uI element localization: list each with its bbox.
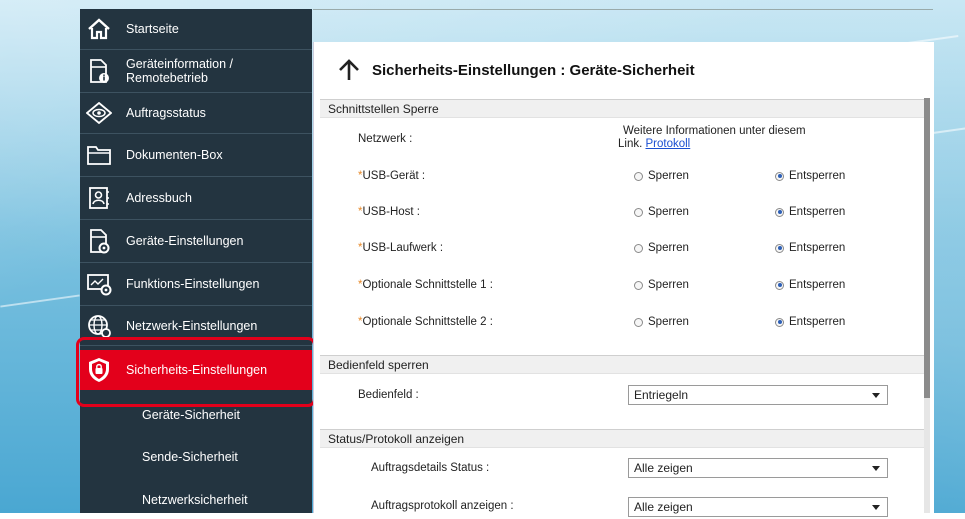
job-log-select[interactable]: Alle zeigen bbox=[628, 497, 888, 517]
section-header-panel-lock: Bedienfeld sperren bbox=[320, 355, 926, 374]
panel-label: Bedienfeld : bbox=[358, 389, 419, 401]
network-label: Netzwerk : bbox=[358, 133, 413, 145]
sidebar-item-label: Funktions-Einstellungen bbox=[126, 277, 260, 291]
job-log-label: Auftragsprotokoll anzeigen : bbox=[371, 500, 514, 512]
usb-device-label: *USB-Gerät : bbox=[358, 170, 425, 182]
optional-interface-2-label: *Optionale Schnittstelle 2 : bbox=[358, 316, 493, 328]
radio-label: Entsperren bbox=[789, 206, 846, 218]
usb-device-lock-radio[interactable]: Sperren bbox=[634, 170, 689, 182]
optional-interface-1-label-text: Optionale Schnittstelle 1 : bbox=[362, 279, 493, 291]
section-header-interface-lock: Schnittstellen Sperre bbox=[320, 99, 926, 118]
device-info-icon bbox=[86, 58, 112, 84]
active-item-highlight bbox=[76, 337, 316, 407]
radio-indicator-selected bbox=[775, 207, 784, 217]
radio-label: Entsperren bbox=[789, 242, 846, 254]
usb-host-label: *USB-Host : bbox=[358, 206, 420, 218]
network-info-text: Weitere Informationen unter diesem bbox=[623, 125, 806, 137]
sidebar-item-adressbuch[interactable]: Adressbuch bbox=[80, 177, 312, 220]
page-header: Sicherheits-Einstellungen : Geräte-Siche… bbox=[314, 42, 934, 98]
select-value: Alle zeigen bbox=[634, 500, 693, 514]
radio-indicator bbox=[634, 280, 643, 290]
usb-drive-lock-radio[interactable]: Sperren bbox=[634, 242, 689, 254]
main-content-panel: Sicherheits-Einstellungen : Geräte-Siche… bbox=[313, 42, 934, 517]
network-globe-icon bbox=[86, 313, 112, 339]
arrow-up-icon[interactable] bbox=[338, 59, 360, 81]
panel-lock-select[interactable]: Entriegeln bbox=[628, 385, 888, 405]
usb-host-lock-radio[interactable]: Sperren bbox=[634, 206, 689, 218]
sidebar-item-label: Dokumenten-Box bbox=[126, 148, 223, 162]
network-info: Weitere Informationen unter diesem Link.… bbox=[618, 125, 806, 151]
radio-indicator bbox=[634, 171, 643, 181]
sidebar-subitem-sende-sicherheit[interactable]: Sende-Sicherheit bbox=[80, 438, 312, 476]
radio-indicator-selected bbox=[775, 317, 784, 327]
usb-device-label-text: USB-Gerät : bbox=[362, 170, 426, 182]
sidebar-subitem-label: Geräte-Sicherheit bbox=[142, 408, 240, 422]
radio-label: Sperren bbox=[648, 316, 689, 328]
select-value: Alle zeigen bbox=[634, 461, 693, 475]
device-settings-icon bbox=[86, 228, 112, 254]
radio-indicator-selected bbox=[775, 171, 784, 181]
job-details-status-select[interactable]: Alle zeigen bbox=[628, 458, 888, 478]
dropdown-caret-icon bbox=[872, 393, 880, 398]
radio-label: Entsperren bbox=[789, 279, 846, 291]
optional-interface-2-label-text: Optionale Schnittstelle 2 : bbox=[362, 316, 493, 328]
sidebar-navigation: Startseite Geräteinformation / Remotebet… bbox=[80, 9, 312, 513]
address-book-icon bbox=[86, 185, 112, 211]
radio-label: Sperren bbox=[648, 279, 689, 291]
network-info-line2: Link. Protokoll bbox=[618, 138, 806, 151]
radio-indicator-selected bbox=[775, 243, 784, 253]
sidebar-subitem-netzwerksicherheit[interactable]: Netzwerksicherheit bbox=[80, 481, 312, 519]
optional-interface-1-unlock-radio[interactable]: Entsperren bbox=[775, 279, 845, 291]
usb-drive-label-text: USB-Laufwerk : bbox=[362, 242, 444, 254]
protocol-link[interactable]: Protokoll bbox=[646, 138, 691, 150]
radio-label: Entsperren bbox=[789, 170, 846, 182]
usb-host-label-text: USB-Host : bbox=[362, 206, 420, 218]
sidebar-subitem-label: Netzwerksicherheit bbox=[142, 493, 248, 507]
function-settings-icon bbox=[86, 271, 112, 297]
sidebar-item-dokumenten-box[interactable]: Dokumenten-Box bbox=[80, 134, 312, 177]
radio-indicator bbox=[634, 317, 643, 327]
dropdown-caret-icon bbox=[872, 505, 880, 510]
sidebar-item-label: Geräteinformation / Remotebetrieb bbox=[126, 57, 233, 85]
home-icon bbox=[86, 16, 112, 42]
radio-label: Entsperren bbox=[789, 316, 846, 328]
usb-drive-label: *USB-Laufwerk : bbox=[358, 242, 443, 254]
folder-icon bbox=[86, 142, 112, 168]
optional-interface-1-label: *Optionale Schnittstelle 1 : bbox=[358, 279, 493, 291]
section-header-status-log: Status/Protokoll anzeigen bbox=[320, 429, 926, 448]
sidebar-item-label: Adressbuch bbox=[126, 191, 193, 205]
radio-label: Sperren bbox=[648, 170, 689, 182]
eye-icon bbox=[86, 100, 112, 126]
sidebar-item-label: Auftragsstatus bbox=[126, 106, 206, 120]
sidebar-item-label: Startseite bbox=[126, 22, 179, 36]
usb-device-unlock-radio[interactable]: Entsperren bbox=[775, 170, 845, 182]
usb-drive-unlock-radio[interactable]: Entsperren bbox=[775, 242, 845, 254]
radio-indicator bbox=[634, 207, 643, 217]
sidebar-item-auftragsstatus[interactable]: Auftragsstatus bbox=[80, 93, 312, 134]
radio-indicator bbox=[634, 243, 643, 253]
sidebar-subitem-label: Sende-Sicherheit bbox=[142, 450, 238, 464]
usb-host-unlock-radio[interactable]: Entsperren bbox=[775, 206, 845, 218]
top-divider bbox=[313, 9, 933, 10]
select-value: Entriegeln bbox=[634, 388, 689, 402]
dropdown-caret-icon bbox=[872, 466, 880, 471]
sidebar-item-geraete-einstellungen[interactable]: Geräte-Einstellungen bbox=[80, 220, 312, 263]
page-title: Sicherheits-Einstellungen : Geräte-Siche… bbox=[372, 61, 695, 79]
radio-label: Sperren bbox=[648, 206, 689, 218]
optional-interface-1-lock-radio[interactable]: Sperren bbox=[634, 279, 689, 291]
radio-label: Sperren bbox=[648, 242, 689, 254]
sidebar-item-startseite[interactable]: Startseite bbox=[80, 9, 312, 50]
network-info-prefix: Link. bbox=[618, 138, 643, 150]
sidebar-item-label: Netzwerk-Einstellungen bbox=[126, 318, 258, 333]
scrollbar-thumb[interactable] bbox=[924, 98, 930, 398]
sidebar-item-funktions-einstellungen[interactable]: Funktions-Einstellungen bbox=[80, 263, 312, 306]
job-details-status-label: Auftragsdetails Status : bbox=[371, 462, 490, 474]
radio-indicator-selected bbox=[775, 280, 784, 290]
content-scrollbar[interactable] bbox=[924, 98, 930, 513]
sidebar-item-label: Geräte-Einstellungen bbox=[126, 234, 244, 248]
optional-interface-2-lock-radio[interactable]: Sperren bbox=[634, 316, 689, 328]
sidebar-item-device-info[interactable]: Geräteinformation / Remotebetrieb bbox=[80, 50, 312, 93]
optional-interface-2-unlock-radio[interactable]: Entsperren bbox=[775, 316, 845, 328]
